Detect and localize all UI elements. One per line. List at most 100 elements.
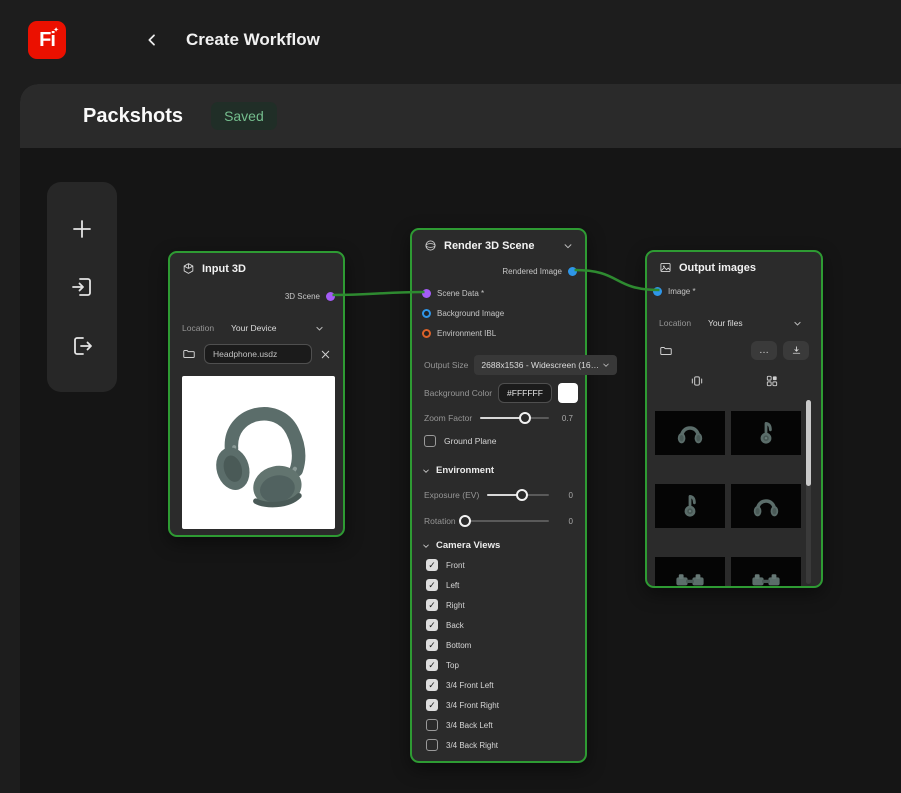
camera-view-row[interactable]: 3/4 Back Right bbox=[412, 739, 585, 751]
camera-view-checkbox[interactable]: ✓ bbox=[426, 679, 438, 691]
camera-view-checkbox[interactable] bbox=[426, 739, 438, 751]
color-swatch[interactable] bbox=[557, 383, 578, 403]
close-icon bbox=[321, 350, 330, 358]
ground-plane-row[interactable]: Ground Plane bbox=[412, 435, 585, 447]
thumbnail-side-view[interactable] bbox=[655, 471, 725, 541]
location-select[interactable]: Your Device bbox=[224, 318, 331, 338]
carousel-view-button[interactable] bbox=[690, 374, 704, 388]
slider-handle[interactable] bbox=[518, 412, 531, 424]
port-dot-background-image[interactable] bbox=[422, 308, 431, 318]
port-rendered-image[interactable]: Rendered Image bbox=[412, 265, 585, 277]
carousel-view-icon bbox=[691, 376, 702, 386]
node-title: Render 3D Scene bbox=[444, 239, 535, 252]
port-label: Rendered Image bbox=[502, 266, 562, 276]
thumbnail-header bbox=[731, 398, 801, 411]
thumbnail-footer bbox=[655, 455, 725, 468]
location-value: Your Device bbox=[231, 323, 277, 333]
zoom-factor-slider[interactable] bbox=[480, 411, 549, 425]
port-dot-scene-data[interactable] bbox=[422, 288, 431, 298]
port-dot-image[interactable] bbox=[653, 286, 662, 296]
node-input-3d[interactable]: Input 3D 3D Scene Location Your Device H… bbox=[168, 251, 345, 537]
export-button[interactable] bbox=[62, 326, 102, 366]
camera-view-row[interactable]: 3/4 Back Left bbox=[412, 719, 585, 731]
port-scene-data[interactable]: Scene Data * bbox=[412, 287, 585, 299]
3d-preview-image[interactable] bbox=[182, 376, 335, 529]
thumbnail-image bbox=[731, 484, 801, 528]
background-color-field[interactable]: #FFFFFF bbox=[498, 383, 552, 403]
exposure-slider[interactable] bbox=[487, 488, 549, 502]
output-size-value: 2688x1536 - Widescreen (16… bbox=[481, 360, 600, 370]
thumbnail-bottom-view[interactable] bbox=[655, 544, 725, 586]
location-label: Location bbox=[659, 318, 692, 328]
thumbnail-side-view[interactable] bbox=[731, 398, 801, 468]
thumbnail-front-view[interactable] bbox=[731, 471, 801, 541]
grid-view-button[interactable] bbox=[765, 374, 779, 388]
file-name-field[interactable]: Headphone.usdz bbox=[204, 344, 312, 364]
camera-view-row[interactable]: ✓ 3/4 Front Right bbox=[412, 699, 585, 711]
file-row: Headphone.usdz bbox=[170, 344, 343, 364]
rotation-row: Rotation 0 bbox=[412, 514, 585, 528]
camera-view-row[interactable]: ✓ Bottom bbox=[412, 639, 585, 651]
node-output-header[interactable]: Output images bbox=[647, 252, 821, 279]
more-options-button[interactable]: … bbox=[751, 341, 777, 360]
node-title: Input 3D bbox=[202, 262, 246, 275]
add-node-button[interactable] bbox=[62, 209, 102, 249]
camera-view-checkbox[interactable] bbox=[426, 719, 438, 731]
thumbnail-image bbox=[731, 411, 801, 455]
environment-section-header[interactable]: Environment bbox=[412, 465, 585, 476]
import-button[interactable] bbox=[62, 267, 102, 307]
firefly-logo[interactable]: Fi ✦ bbox=[28, 21, 66, 59]
camera-view-row[interactable]: ✓ 3/4 Front Left bbox=[412, 679, 585, 691]
slider-handle[interactable] bbox=[516, 489, 529, 501]
folder-icon[interactable] bbox=[182, 347, 196, 361]
scrollbar-thumb[interactable] bbox=[806, 400, 811, 486]
port-dot-rendered-image[interactable] bbox=[568, 266, 577, 276]
output-size-select[interactable]: 2688x1536 - Widescreen (16… bbox=[474, 355, 618, 375]
thumbnails-scrollbar[interactable] bbox=[806, 400, 811, 584]
thumbnail-bottom-view[interactable] bbox=[731, 544, 801, 586]
camera-view-checkbox[interactable]: ✓ bbox=[426, 659, 438, 671]
collapse-chevron-icon[interactable] bbox=[563, 241, 573, 251]
camera-view-checkbox[interactable]: ✓ bbox=[426, 699, 438, 711]
camera-view-checkbox[interactable]: ✓ bbox=[426, 639, 438, 651]
headphones-render bbox=[655, 486, 725, 526]
port-background-image[interactable]: Background Image bbox=[412, 307, 585, 319]
node-render-header[interactable]: Render 3D Scene bbox=[412, 230, 585, 257]
clear-file-button[interactable] bbox=[320, 349, 331, 360]
thumbnail-front-view[interactable] bbox=[655, 398, 725, 468]
slider-handle[interactable] bbox=[459, 515, 472, 527]
camera-view-checkbox[interactable]: ✓ bbox=[426, 619, 438, 631]
port-3d-scene[interactable]: 3D Scene bbox=[170, 290, 343, 302]
camera-view-label: Top bbox=[446, 660, 459, 670]
folder-icon[interactable] bbox=[659, 344, 673, 358]
download-button[interactable] bbox=[783, 341, 809, 360]
camera-view-row[interactable]: ✓ Left bbox=[412, 579, 585, 591]
thumbnail-image bbox=[731, 557, 801, 586]
camera-view-row[interactable]: ✓ Front bbox=[412, 559, 585, 571]
location-select[interactable]: Your files bbox=[701, 313, 809, 333]
node-render-3d-scene[interactable]: Render 3D Scene Rendered Image Scene Dat… bbox=[410, 228, 618, 763]
camera-view-row[interactable]: ✓ Back bbox=[412, 619, 585, 631]
camera-view-checkbox[interactable]: ✓ bbox=[426, 599, 438, 611]
port-dot-environment-ibl[interactable] bbox=[422, 328, 431, 338]
camera-view-checkbox[interactable]: ✓ bbox=[426, 579, 438, 591]
camera-views-section-header[interactable]: Camera Views bbox=[412, 540, 585, 551]
workflow-canvas[interactable]: Input 3D 3D Scene Location Your Device H… bbox=[20, 148, 901, 793]
node-output-images[interactable]: Output images Image * Location Your file… bbox=[645, 250, 823, 588]
port-image[interactable]: Image * bbox=[647, 285, 821, 297]
camera-view-checkbox[interactable]: ✓ bbox=[426, 559, 438, 571]
camera-view-row[interactable]: ✓ Top bbox=[412, 659, 585, 671]
sparkle-icon: ✦ bbox=[53, 27, 59, 34]
ground-plane-checkbox[interactable] bbox=[424, 435, 436, 447]
node-input-3d-header[interactable]: Input 3D bbox=[170, 253, 343, 280]
back-button[interactable] bbox=[140, 28, 164, 52]
thumbnail-footer bbox=[655, 528, 725, 541]
port-dot-3d-scene[interactable] bbox=[326, 291, 335, 301]
file-name: Headphone.usdz bbox=[213, 349, 278, 359]
port-environment-ibl[interactable]: Environment IBL bbox=[412, 327, 585, 339]
camera-view-row[interactable]: ✓ Right bbox=[412, 599, 585, 611]
zoom-factor-value: 0.7 bbox=[561, 413, 573, 423]
view-toggle-row bbox=[647, 374, 821, 388]
thumbnail-image bbox=[655, 557, 725, 586]
rotation-slider[interactable] bbox=[459, 514, 549, 528]
